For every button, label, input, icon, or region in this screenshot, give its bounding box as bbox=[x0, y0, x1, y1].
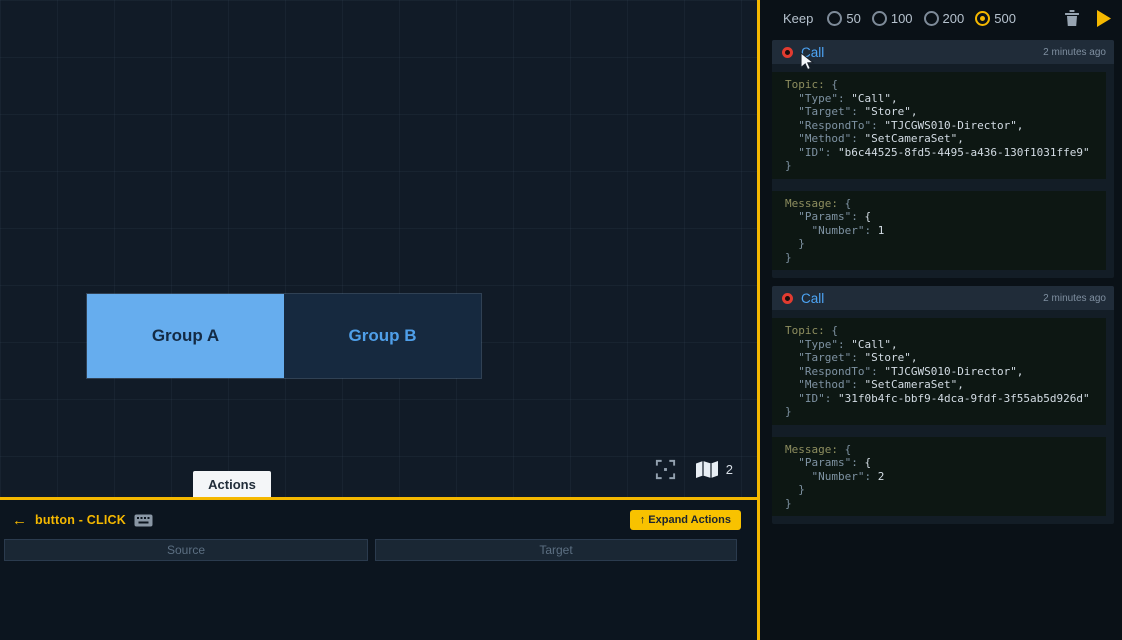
canvas-bottom-border bbox=[0, 497, 757, 500]
messages-list: Call 2 minutes ago Topic: { "Type": "Call"… bbox=[760, 36, 1122, 524]
code-block: Topic: { "Type": "Call", "Target": "Stor… bbox=[772, 72, 1106, 179]
status-circle-icon bbox=[782, 47, 793, 58]
radio-icon bbox=[924, 11, 939, 26]
group-b-button[interactable]: Group B bbox=[284, 294, 481, 378]
actions-panel-header: ← button - CLICK ↑ Expand Actions bbox=[0, 500, 757, 530]
keep-option-200[interactable]: 200 bbox=[924, 11, 965, 26]
map-count: 2 bbox=[726, 462, 733, 477]
radio-icon bbox=[872, 11, 887, 26]
status-circle-icon bbox=[782, 293, 793, 304]
group-button-row: Group A Group B bbox=[86, 293, 482, 379]
stage-canvas[interactable]: Group A Group B 2 Actions bbox=[0, 0, 757, 497]
message-title[interactable]: Call bbox=[801, 291, 824, 306]
grid-background bbox=[0, 0, 757, 497]
keyboard-icon bbox=[134, 514, 153, 527]
keep-label: Keep bbox=[783, 11, 813, 26]
radio-icon bbox=[975, 11, 990, 26]
message-card-header[interactable]: Call 2 minutes ago bbox=[772, 286, 1114, 310]
trash-icon[interactable] bbox=[1064, 9, 1080, 27]
message-body: Topic: { "Type": "Call", "Target": "Stor… bbox=[772, 310, 1114, 524]
keep-option-50[interactable]: 50 bbox=[827, 11, 860, 26]
keep-option-label: 200 bbox=[943, 11, 965, 26]
message-card: Call 2 minutes ago Topic: { "Type": "Call"… bbox=[772, 40, 1114, 278]
mapping-inputs-row bbox=[0, 530, 757, 561]
fit-screen-icon[interactable] bbox=[654, 458, 677, 481]
actions-panel: ← button - CLICK ↑ Expand Actions bbox=[0, 500, 757, 640]
keep-actions bbox=[1064, 9, 1112, 28]
target-input[interactable] bbox=[375, 539, 737, 561]
message-timestamp: 2 minutes ago bbox=[1043, 293, 1106, 304]
group-a-button[interactable]: Group A bbox=[87, 294, 284, 378]
message-side-panel: Keep 50 100 200 500 Call 2 minutes ago Topic:… bbox=[760, 0, 1122, 640]
radio-icon bbox=[827, 11, 842, 26]
message-timestamp: 2 minutes ago bbox=[1043, 47, 1106, 58]
source-input[interactable] bbox=[4, 539, 368, 561]
code-block: Message: { "Params": { "Number": 2 }} bbox=[772, 437, 1106, 517]
message-body: Topic: { "Type": "Call", "Target": "Stor… bbox=[772, 64, 1114, 278]
message-title[interactable]: Call bbox=[801, 45, 824, 60]
expand-actions-button[interactable]: ↑ Expand Actions bbox=[630, 510, 741, 530]
keep-option-label: 500 bbox=[994, 11, 1016, 26]
actions-tab[interactable]: Actions bbox=[193, 471, 271, 497]
app-window: Group A Group B 2 Actions ← bbox=[0, 0, 1122, 640]
keep-option-500[interactable]: 500 bbox=[975, 11, 1016, 26]
canvas-toolbar: 2 bbox=[654, 458, 733, 481]
back-arrow-icon[interactable]: ← bbox=[12, 512, 27, 529]
code-block: Message: { "Params": { "Number": 1 }} bbox=[772, 191, 1106, 271]
play-button[interactable] bbox=[1096, 9, 1112, 28]
panel-divider bbox=[757, 0, 760, 640]
map-icon[interactable]: 2 bbox=[695, 460, 733, 479]
message-card: Call 2 minutes ago Topic: { "Type": "Call"… bbox=[772, 286, 1114, 524]
keep-options: 50 100 200 500 bbox=[827, 11, 1016, 26]
action-title: button - CLICK bbox=[35, 513, 126, 527]
keep-option-100[interactable]: 100 bbox=[872, 11, 913, 26]
message-card-header[interactable]: Call 2 minutes ago bbox=[772, 40, 1114, 64]
keep-option-label: 100 bbox=[891, 11, 913, 26]
keep-option-label: 50 bbox=[846, 11, 860, 26]
code-block: Topic: { "Type": "Call", "Target": "Stor… bbox=[772, 318, 1106, 425]
keep-bar: Keep 50 100 200 500 bbox=[760, 0, 1122, 36]
